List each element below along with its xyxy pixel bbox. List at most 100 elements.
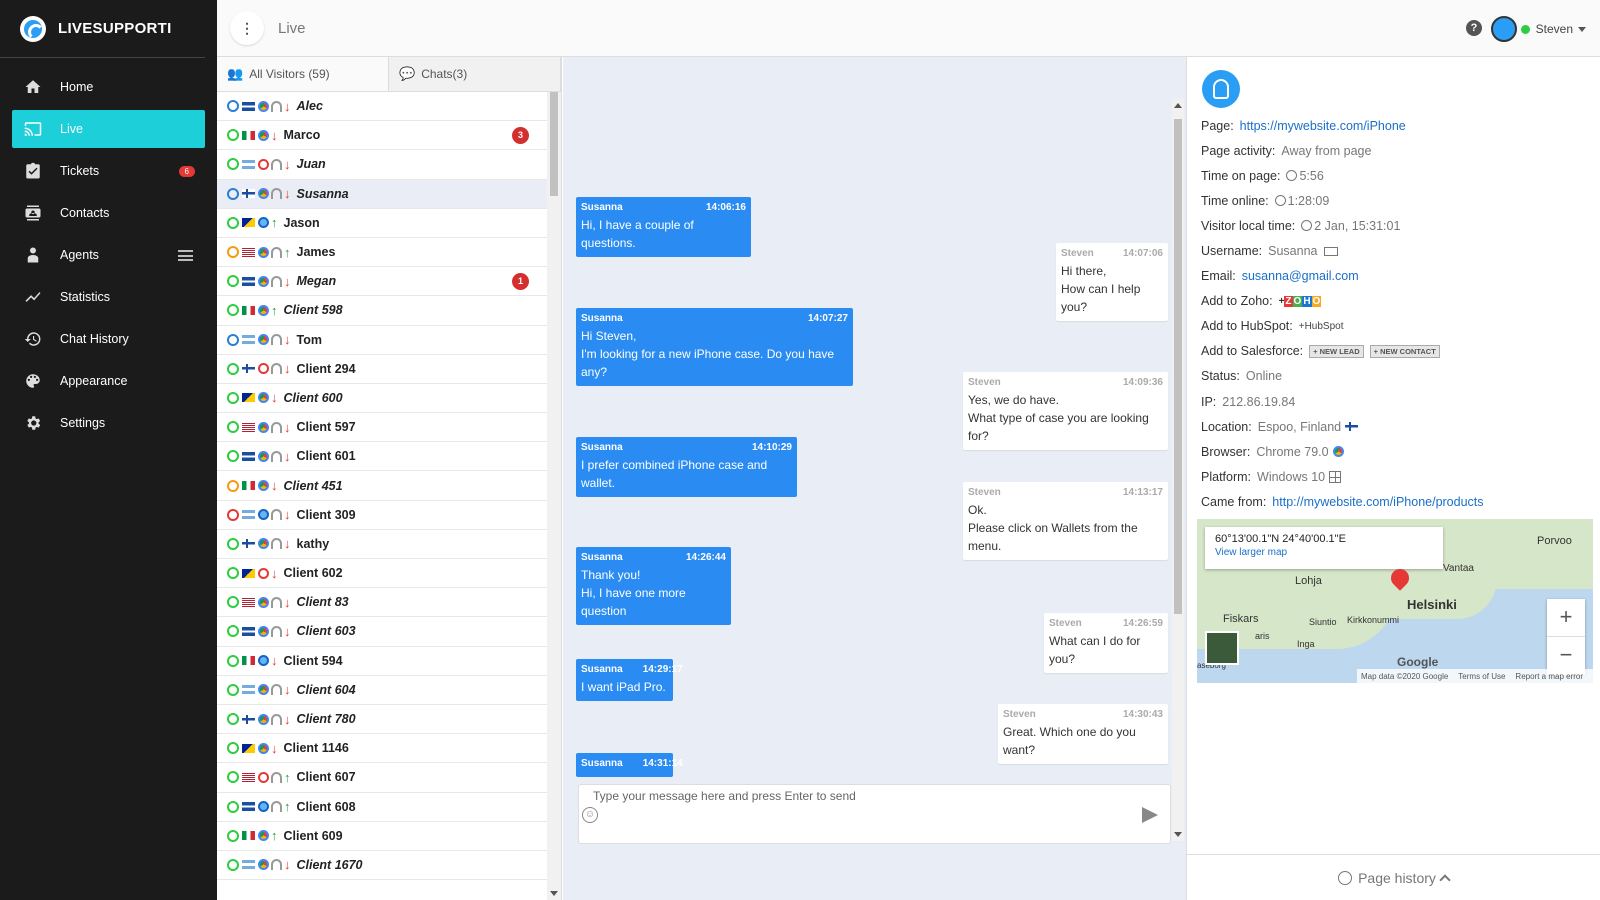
browser-icon (258, 801, 269, 813)
email-link[interactable]: susanna@gmail.com (1242, 269, 1359, 283)
help-icon[interactable]: ? (1466, 20, 1482, 36)
visitor-row[interactable]: ↓ Client 604 (217, 676, 547, 705)
app-root: LIVESUPPORTI Home Live Tickets 6 Contact… (0, 0, 1600, 900)
message-text: Hi, I have one more question (581, 586, 686, 618)
message-text: Thank you! (581, 568, 641, 582)
headset-icon (271, 713, 282, 725)
sidebar-item-live[interactable]: Live (12, 110, 205, 148)
visitor-name: Client 780 (296, 712, 356, 727)
visitor-row[interactable]: ↓ kathy (217, 530, 547, 559)
user-name: Steven (1535, 22, 1573, 36)
zoom-in-button[interactable]: + (1547, 599, 1585, 637)
tab-chats[interactable]: 💬 Chats(3) (389, 57, 561, 91)
visitor-row[interactable]: ↓ Client 294 (217, 355, 547, 384)
visitor-row[interactable]: ↓ Client 1670 (217, 851, 547, 881)
scroll-up-icon[interactable] (1174, 103, 1182, 108)
tab-label: Chats(3) (421, 67, 468, 81)
visitor-row[interactable]: ↓ Susanna (217, 179, 547, 209)
country-flag-icon (242, 276, 255, 286)
headset-icon (271, 188, 282, 200)
info-row-hubspot: Add to HubSpot: +HubSpot (1201, 314, 1590, 339)
scrollbar-thumb[interactable] (550, 92, 558, 196)
new-lead-button[interactable]: + NEW LEAD (1309, 344, 1364, 358)
tab-all-visitors[interactable]: 👥 All Visitors (59) (217, 57, 389, 91)
visitor-row[interactable]: ↑ James (217, 238, 547, 268)
map-city: Vantaa (1443, 563, 1474, 574)
sidebar-item-contacts[interactable]: Contacts (12, 194, 205, 232)
add-to-zoho-button[interactable]: + Z O H O (1279, 295, 1322, 307)
headset-icon (271, 684, 282, 696)
sidebar-item-statistics[interactable]: Statistics (12, 278, 205, 316)
visitor-row[interactable]: ↑ Client 598 (217, 296, 547, 326)
visitor-row[interactable]: ↓ Megan 1 (217, 267, 547, 297)
info-value: 1:28:09 (1287, 193, 1330, 208)
page-history-label: Page history (1358, 869, 1436, 886)
visitor-row[interactable]: ↓ Client 597 (217, 413, 547, 443)
terms-link[interactable]: Terms of Use (1458, 672, 1505, 681)
country-flag-icon (242, 305, 255, 315)
visitor-row[interactable]: ↓ Client 601 (217, 442, 547, 472)
headset-icon (271, 363, 282, 375)
visitor-row[interactable]: ↓ Client 451 (217, 471, 547, 501)
visitor-row[interactable]: ↓ Client 600 (217, 384, 547, 414)
scrollbar-thumb[interactable] (1174, 119, 1182, 614)
page-link[interactable]: https://mywebsite.com/iPhone (1240, 119, 1406, 133)
message-text: Ok. (968, 503, 987, 517)
tickets-badge: 6 (178, 165, 195, 177)
message-text: Hi, I have a couple of questions. (581, 218, 694, 250)
page-history-button[interactable]: Page history (1187, 854, 1600, 900)
satellite-toggle[interactable] (1205, 631, 1239, 665)
sidebar-item-tickets[interactable]: Tickets 6 (12, 152, 205, 190)
message-input[interactable] (593, 789, 1113, 819)
visitor-row[interactable]: ↓ Client 780 (217, 705, 547, 735)
status-ring-icon (227, 187, 239, 200)
sidebar-item-settings[interactable]: Settings (12, 404, 205, 442)
visitor-row[interactable]: ↓ Client 603 (217, 617, 547, 647)
sidebar-item-label: Statistics (60, 290, 111, 304)
scroll-down-icon[interactable] (550, 891, 558, 896)
emoji-icon[interactable]: ☺ (582, 807, 598, 823)
report-error-link[interactable]: Report a map error (1515, 672, 1583, 681)
referrer-link[interactable]: http://mywebsite.com/iPhone/products (1272, 495, 1483, 509)
sidebar-item-home[interactable]: Home (12, 68, 205, 106)
visitor-row[interactable]: ↑ Jason (217, 209, 547, 238)
visitor-row[interactable]: ↓ Client 309 (217, 501, 547, 530)
visitor-row[interactable]: ↓ Client 83 (217, 588, 547, 618)
view-larger-map-link[interactable]: View larger map (1215, 547, 1433, 558)
user-menu[interactable]: Steven (1490, 16, 1586, 42)
new-contact-button[interactable]: + NEW CONTACT (1369, 344, 1440, 358)
send-icon[interactable] (1142, 807, 1158, 823)
chevron-down-icon (1578, 26, 1586, 32)
info-row-email: Email: susanna@gmail.com (1201, 264, 1590, 289)
sidebar-item-appearance[interactable]: Appearance (12, 362, 205, 400)
visitor-row[interactable]: ↓ Client 602 (217, 559, 547, 589)
message-sender: Steven (1049, 618, 1082, 629)
visitor-row[interactable]: ↓ Client 1146 (217, 734, 547, 764)
visitor-row[interactable]: ↓ Client 594 (217, 647, 547, 676)
home-icon (24, 78, 42, 96)
brand[interactable]: LIVESUPPORTI (0, 0, 205, 58)
headset-icon (271, 158, 282, 170)
visitor-details: Page: https://mywebsite.com/iPhone Page a… (1201, 113, 1590, 515)
more-options-button[interactable]: ⋮ (230, 11, 264, 45)
visitor-row[interactable]: ↓ Juan (217, 150, 547, 180)
sidebar-item-label: Live (60, 122, 83, 136)
visitor-row[interactable]: ↑ Client 608 (217, 793, 547, 822)
add-to-hubspot-button[interactable]: +HubSpot (1299, 321, 1344, 332)
status-ring-icon (227, 537, 239, 550)
chat-scrollbar[interactable] (1172, 99, 1184, 841)
visitor-row[interactable]: ↓ Alec (217, 92, 547, 122)
sidebar-item-agents[interactable]: Agents (12, 236, 205, 274)
scroll-down-icon[interactable] (1174, 832, 1182, 837)
visitor-avatar-icon (1202, 70, 1240, 108)
sidebar-item-chat-history[interactable]: Chat History (12, 320, 205, 358)
list-icon[interactable] (178, 249, 193, 261)
visitor-name: Megan (296, 274, 337, 289)
visitor-row[interactable]: ↓ Marco 3 (217, 121, 547, 151)
visitor-row[interactable]: ↑ Client 609 (217, 822, 547, 851)
visitor-row[interactable]: ↑ Client 607 (217, 763, 547, 793)
visitor-row[interactable]: ↓ Tom (217, 326, 547, 355)
visitor-list-scrollbar[interactable] (547, 92, 561, 900)
location-map[interactable]: Lohja Fiskars Siuntio Kirkkonummi Inga H… (1197, 519, 1593, 683)
message-time: 14:13:17 (1122, 487, 1163, 498)
